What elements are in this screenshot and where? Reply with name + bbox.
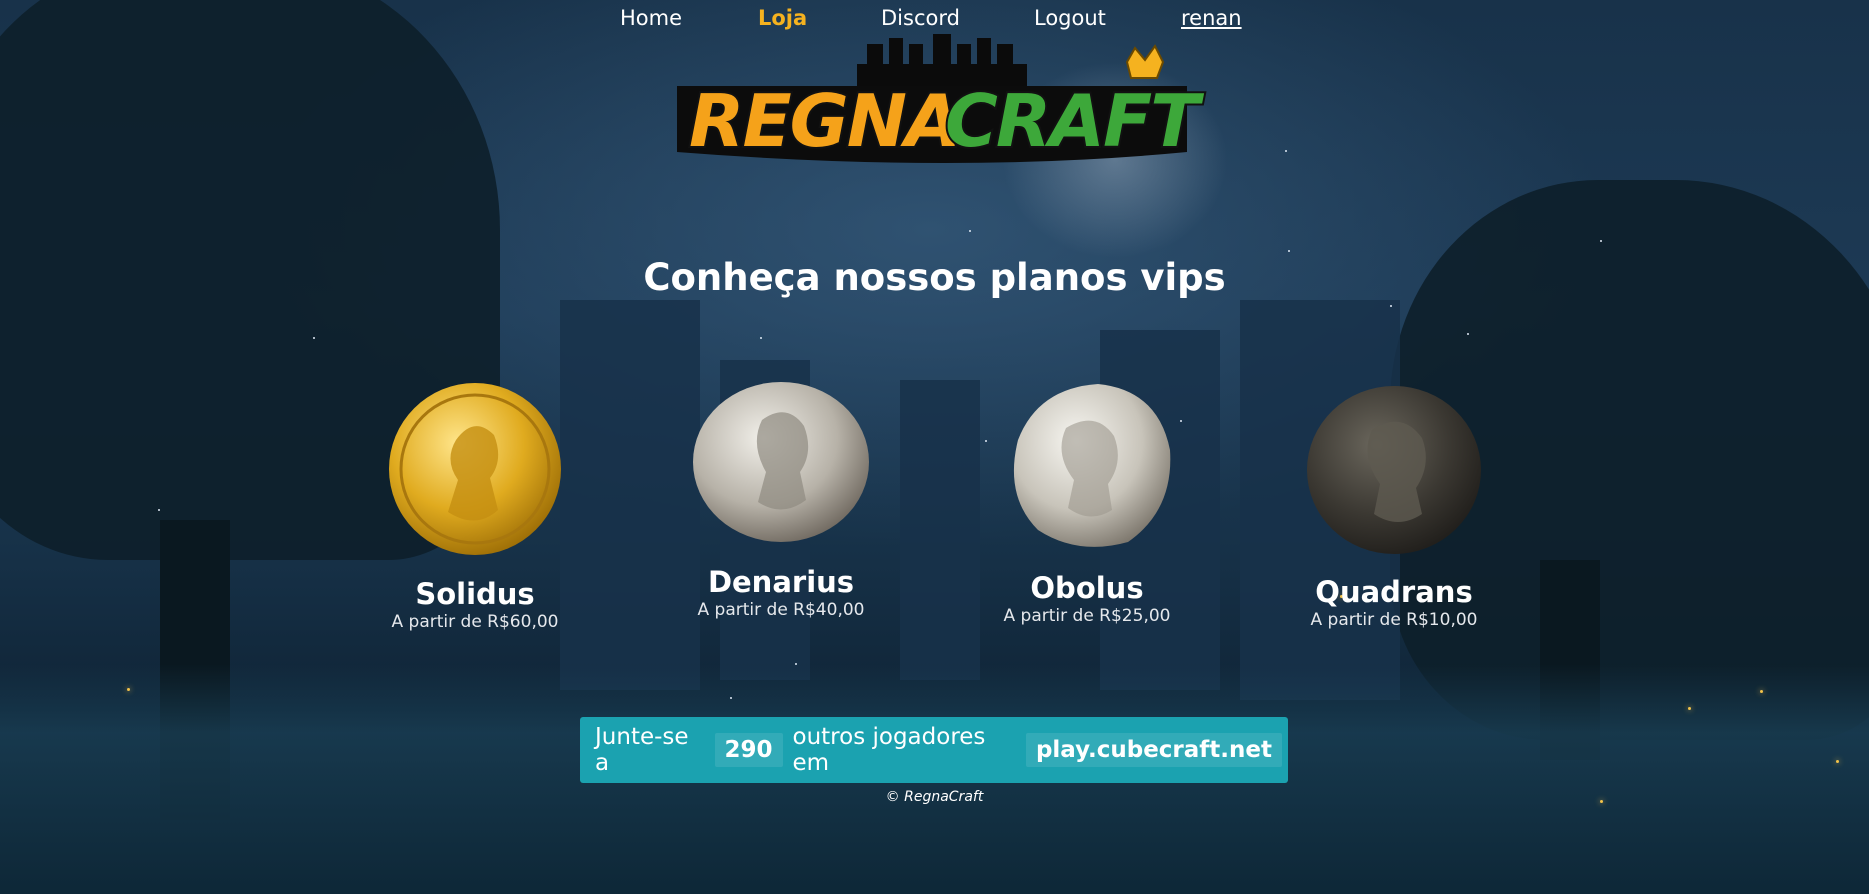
logo-graphic: REGNA CRAFT xyxy=(677,34,1208,165)
plan-card-obolus[interactable]: Obolus A partir de R$25,00 xyxy=(987,380,1187,626)
silver-coin-icon xyxy=(1013,384,1171,547)
join-server-banner[interactable]: Junte-se a 290 outros jogadores em play.… xyxy=(580,717,1288,783)
plan-card-denarius[interactable]: Denarius A partir de R$40,00 xyxy=(681,380,881,620)
plan-price: A partir de R$40,00 xyxy=(697,600,865,620)
nav-home-link[interactable]: Home xyxy=(620,6,682,30)
plan-card-solidus[interactable]: Solidus A partir de R$60,00 xyxy=(375,380,575,632)
bronze-coin-icon xyxy=(1307,386,1481,554)
nav-user-link[interactable]: renan xyxy=(1181,6,1242,30)
join-prefix: Junte-se a xyxy=(595,724,689,776)
regnacraft-logo[interactable]: REGNA CRAFT xyxy=(657,34,1209,174)
logo-text-craft: CRAFT xyxy=(945,79,1204,163)
top-nav: Home Loja Discord Logout renan xyxy=(0,6,1869,36)
plan-name: Solidus xyxy=(415,577,535,611)
page-title: Conheça nossos planos vips xyxy=(643,256,1226,299)
plan-price: A partir de R$10,00 xyxy=(1310,610,1478,630)
nav-store-link[interactable]: Loja xyxy=(758,6,807,30)
plan-price: A partir de R$60,00 xyxy=(391,612,559,632)
nav-discord-link[interactable]: Discord xyxy=(881,6,960,30)
plan-name: Obolus xyxy=(1030,571,1144,605)
copyright-footer: © RegnaCraft xyxy=(885,789,984,805)
nav-logout-link[interactable]: Logout xyxy=(1034,6,1106,30)
plan-card-quadrans[interactable]: Quadrans A partir de R$10,00 xyxy=(1294,384,1494,630)
plan-price: A partir de R$25,00 xyxy=(1003,606,1171,626)
plan-name: Quadrans xyxy=(1315,575,1473,609)
player-count: 290 xyxy=(714,733,783,767)
server-address[interactable]: play.cubecraft.net xyxy=(1025,733,1282,767)
join-middle: outros jogadores em xyxy=(792,724,986,776)
plan-name: Denarius xyxy=(707,565,855,599)
logo-text-regna: REGNA xyxy=(689,79,959,163)
silver-coin-icon xyxy=(693,382,869,542)
gold-coin-icon xyxy=(389,383,561,555)
